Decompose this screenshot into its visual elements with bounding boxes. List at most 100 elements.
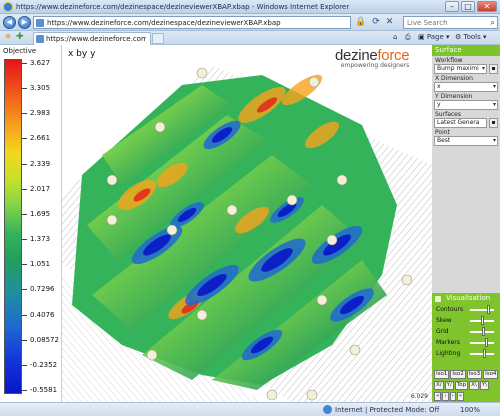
sample-point-marker[interactable]: [266, 389, 278, 401]
point-select[interactable]: Best ▾: [434, 136, 498, 146]
address-icons: 🔒 ⟳ ✕: [355, 17, 393, 27]
new-tab-button[interactable]: [152, 33, 164, 44]
legend-value: 0.4076: [30, 310, 55, 319]
prev-button[interactable]: ‹: [442, 392, 449, 401]
legend-tick: [22, 213, 27, 215]
xdim-select[interactable]: x ▾: [434, 82, 498, 92]
slider-contours: Contours: [432, 304, 500, 315]
search-input[interactable]: [404, 17, 484, 28]
search-field[interactable]: ⌕: [403, 16, 498, 29]
sample-point-marker[interactable]: [286, 194, 298, 206]
legend-tick: [22, 264, 27, 266]
last-button[interactable]: »: [456, 392, 465, 401]
stop-icon[interactable]: ✕: [386, 17, 394, 27]
sample-point-marker[interactable]: [146, 349, 158, 361]
view-button-x[interactable]: X/: [434, 381, 444, 390]
legend-tick: [22, 163, 27, 165]
sample-point-marker[interactable]: [401, 274, 413, 286]
view-button-y[interactable]: Y/: [444, 381, 454, 390]
nav-buttons-row: « ‹ › »: [434, 392, 465, 401]
first-button[interactable]: «: [434, 392, 442, 401]
add-favorites-icon[interactable]: ✚: [16, 32, 24, 42]
workflow-select[interactable]: Bump maximi ▾: [434, 64, 487, 74]
legend-value: 2.017: [30, 184, 51, 193]
title-bar: https://www.dezineforce.com/dezinespace/…: [0, 0, 500, 14]
slider-thumb[interactable]: [483, 349, 487, 358]
slider-thumb[interactable]: [486, 305, 490, 314]
view-button-top[interactable]: Top: [454, 381, 469, 390]
visualisation-panel: Visualisation Contours Skew Grid Markers Lig…: [432, 293, 500, 402]
xbap-content: Objective 3.627 3.305 2.983 2.661 2.339 2.017…: [0, 45, 500, 402]
sample-point-marker[interactable]: [336, 174, 348, 186]
point-label: Point: [435, 129, 450, 136]
refresh-icon[interactable]: ⟳: [372, 17, 380, 27]
legend-tick: [22, 113, 27, 115]
view-button-iso3[interactable]: Iso3: [466, 370, 483, 379]
sample-point-marker[interactable]: [196, 309, 208, 321]
next-button[interactable]: ›: [449, 392, 456, 401]
ydim-select[interactable]: y ▾: [434, 100, 498, 110]
surface-plot[interactable]: [62, 45, 432, 402]
sample-point-marker[interactable]: [106, 174, 118, 186]
legend-value: 2.983: [30, 109, 51, 118]
lock-icon[interactable]: 🔒: [355, 17, 366, 27]
view-button-y[interactable]: Y\: [479, 381, 489, 390]
sample-point-marker[interactable]: [226, 204, 238, 216]
print-icon[interactable]: ⎙: [405, 33, 411, 42]
slider-thumb[interactable]: [482, 327, 486, 336]
workflow-label: Workflow: [435, 57, 463, 64]
minimize-button[interactable]: –: [445, 1, 459, 12]
legend-tick: [22, 390, 27, 391]
sample-point-marker[interactable]: [308, 76, 320, 88]
legend-tick: [22, 63, 27, 64]
color-legend: Objective 3.627 3.305 2.983 2.661 2.339 2.017…: [0, 45, 62, 402]
visualisation-title: Visualisation: [446, 294, 491, 302]
globe-icon: [323, 405, 332, 414]
forward-button[interactable]: ▶: [18, 16, 31, 29]
sample-point-marker[interactable]: [196, 67, 208, 79]
url-field[interactable]: https://www.dezineforce.com/dezinespace/…: [33, 16, 351, 29]
back-button[interactable]: ◀: [3, 16, 16, 29]
address-bar: ◀ ▶ https://www.dezineforce.com/dezinesp…: [0, 14, 500, 31]
surfaces-select[interactable]: Latest Genera: [434, 118, 487, 128]
chevron-down-icon: ▾: [492, 83, 496, 90]
view-button-iso1[interactable]: Iso1: [434, 370, 450, 379]
view-button-iso4[interactable]: Iso4: [483, 370, 499, 379]
home-icon[interactable]: ⌂: [393, 33, 397, 41]
legend-title: Objective: [3, 47, 37, 55]
sample-point-marker[interactable]: [349, 344, 361, 356]
slider-track[interactable]: [470, 353, 494, 355]
chevron-down-icon: ▾: [481, 65, 485, 72]
page-menu-label: Page: [426, 33, 444, 41]
page-menu[interactable]: ▣ Page ▾: [418, 33, 450, 41]
view-buttons-row2: X/Y/Top X\ Y\: [434, 381, 489, 390]
surfaces-extra-button[interactable]: ▪: [489, 118, 498, 128]
tools-menu[interactable]: ⚙ Tools ▾: [455, 33, 487, 41]
legend-value: 1.373: [30, 235, 51, 244]
close-button[interactable]: ✕: [477, 1, 497, 12]
slider-label: Contours: [436, 306, 464, 313]
tab-active[interactable]: https://www.dezineforce.com/dezinespace/…: [33, 32, 151, 45]
view-button-iso2[interactable]: Iso2: [450, 370, 466, 379]
sample-point-marker[interactable]: [326, 234, 338, 246]
slider-track[interactable]: [470, 309, 494, 311]
sample-point-marker[interactable]: [106, 214, 118, 226]
sample-point-marker[interactable]: [306, 389, 318, 401]
sample-point-marker[interactable]: [154, 121, 166, 133]
slider-grid: Grid: [432, 326, 500, 337]
slider-track[interactable]: [470, 342, 494, 344]
surface-svg[interactable]: [62, 45, 432, 402]
sample-point-marker[interactable]: [316, 294, 328, 306]
visualisation-header: Visualisation: [432, 293, 500, 304]
favorites-icon[interactable]: ★: [4, 32, 12, 42]
collapse-icon[interactable]: [435, 296, 441, 302]
slider-thumb[interactable]: [485, 338, 489, 347]
maximize-button[interactable]: □: [461, 1, 475, 12]
workflow-extra-button[interactable]: ▪: [489, 64, 498, 74]
zoom-level[interactable]: 100%: [460, 406, 480, 414]
sample-point-marker[interactable]: [166, 224, 178, 236]
search-icon[interactable]: ⌕: [491, 18, 495, 28]
slider-thumb[interactable]: [481, 316, 484, 325]
view-button-x[interactable]: X\: [469, 381, 479, 390]
legend-value: 2.661: [30, 134, 51, 143]
